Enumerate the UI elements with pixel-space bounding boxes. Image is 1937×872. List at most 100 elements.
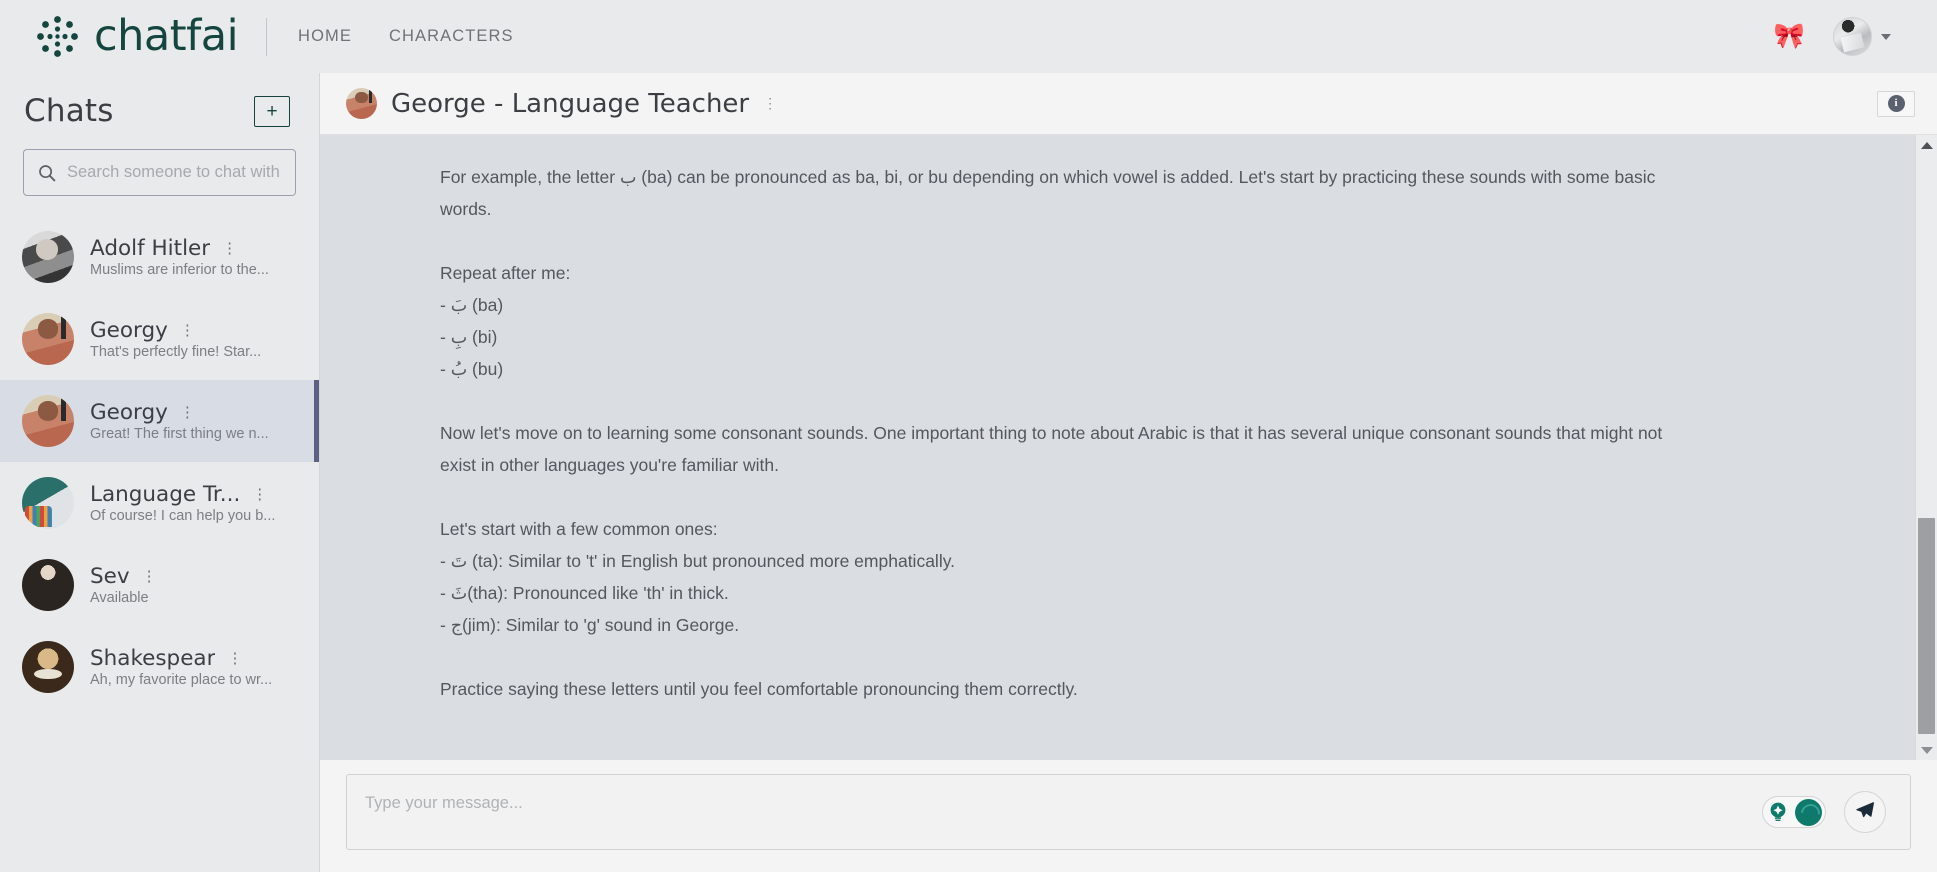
list-item-title: Sev: [90, 563, 130, 589]
list-item[interactable]: Language Tr... ⋮ Of course! I can help y…: [0, 462, 319, 544]
list-item-name-row: Language Tr... ⋮: [90, 482, 301, 507]
send-button[interactable]: [1844, 791, 1886, 833]
list-item[interactable]: Shakespear ⋮ Ah, my favorite place to wr…: [0, 626, 319, 708]
avatar: [22, 559, 74, 611]
nav-divider: [266, 17, 268, 56]
message-bubble: For example, the letter ب (ba) can be pr…: [440, 161, 1670, 705]
scrollbar-thumb[interactable]: [1918, 517, 1935, 735]
list-item-preview: Available: [90, 589, 149, 606]
send-paper-plane-icon: [1855, 800, 1875, 825]
scroll-down-arrow-icon[interactable]: [1920, 740, 1933, 760]
sidebar-header: Chats +: [0, 73, 319, 137]
chatfai-app: chatfai HOME CHARACTERS 🎀 Chats + Search…: [0, 0, 1937, 872]
more-options-icon[interactable]: ⋮: [252, 487, 267, 502]
lightbulb-icon: [1766, 800, 1790, 824]
list-item-preview: That's perfectly fine! Star...: [90, 343, 262, 360]
nav-right-actions: 🎀: [1774, 17, 1909, 56]
composer-area: [320, 760, 1937, 872]
list-item-preview: Of course! I can help you b...: [90, 507, 276, 524]
message-paragraph: Repeat after me:: [440, 263, 571, 283]
more-options-icon[interactable]: ⋮: [222, 241, 237, 256]
message-input[interactable]: [365, 794, 1762, 813]
composer-tools: [1762, 791, 1892, 833]
list-item-name-row: Shakespear ⋮: [90, 646, 301, 671]
list-item-title: Language Tr...: [90, 481, 241, 507]
avatar: [22, 477, 74, 529]
add-chat-button[interactable]: +: [254, 95, 290, 127]
list-item-meta: Shakespear ⋮ Ah, my favorite place to wr…: [90, 646, 301, 689]
search-icon: [38, 164, 56, 182]
message-list-item: - بَ (ba): [440, 295, 504, 315]
list-item[interactable]: Sev ⋮ Available: [0, 544, 319, 626]
message-list-item: - ج(jim): Similar to 'g' sound in George…: [440, 615, 740, 635]
brand-logo[interactable]: chatfai: [34, 11, 239, 61]
main-body: Chats + Adolf Hitler: [0, 73, 1937, 872]
scrollbar[interactable]: [1915, 135, 1937, 760]
scrollbar-track[interactable]: [1916, 155, 1937, 740]
message-list-item: - بِ (bi): [440, 327, 498, 347]
nav-links: HOME CHARACTERS: [298, 27, 514, 46]
toggle-knob: [1795, 798, 1822, 826]
list-item-preview: Great! The first thing we n...: [90, 425, 269, 442]
chat-title: George - Language Teacher: [391, 88, 750, 119]
page-title: Chats: [24, 93, 114, 129]
message-list-item: - ثَ(tha): Pronounced like 'th' in thick…: [440, 583, 729, 603]
dotted-circle-logo-icon: [34, 13, 81, 60]
chat-panel: George - Language Teacher ⋮ i For exampl…: [320, 73, 1937, 872]
message-list-item: - بُ (bu): [440, 359, 504, 379]
message-paragraph: Practice saying these letters until you …: [440, 679, 1078, 699]
list-item-name-row: Adolf Hitler ⋮: [90, 236, 301, 261]
info-icon: i: [1887, 95, 1905, 112]
account-menu[interactable]: [1833, 17, 1891, 56]
chat-header: George - Language Teacher ⋮ i: [320, 73, 1937, 135]
scroll-up-arrow-icon[interactable]: [1920, 135, 1933, 155]
messages-area: For example, the letter ب (ba) can be pr…: [320, 135, 1937, 760]
list-item-name-row: Georgy ⋮: [90, 318, 301, 343]
brand-name: chatfai: [94, 11, 239, 61]
avatar: [22, 231, 74, 283]
list-item-name-row: Sev ⋮: [90, 564, 301, 589]
ribbon-icon[interactable]: 🎀: [1774, 24, 1805, 49]
list-item-meta: Georgy ⋮ That's perfectly fine! Star...: [90, 318, 301, 361]
list-item-meta: Georgy ⋮ Great! The first thing we n...: [90, 400, 301, 443]
nav-link-home[interactable]: HOME: [298, 27, 352, 46]
avatar: [346, 88, 377, 119]
info-button[interactable]: i: [1877, 90, 1915, 117]
list-item-title: Adolf Hitler: [90, 235, 211, 261]
search-input[interactable]: [67, 163, 287, 182]
idea-mode-toggle[interactable]: [1762, 796, 1826, 828]
list-item-preview: Ah, my favorite place to wr...: [90, 671, 273, 688]
more-options-icon[interactable]: ⋮: [142, 569, 157, 584]
chat-options-icon[interactable]: ⋮: [763, 95, 777, 112]
avatar: [22, 313, 74, 365]
list-item-title: Georgy: [90, 399, 168, 425]
composer: [346, 774, 1911, 850]
avatar: [1833, 17, 1872, 56]
nav-link-characters[interactable]: CHARACTERS: [389, 27, 514, 46]
avatar: [22, 641, 74, 693]
avatar: [22, 395, 74, 447]
message-list-item: - تَ (ta): Similar to 't' in English but…: [440, 551, 956, 571]
messages-scroll: For example, the letter ب (ba) can be pr…: [320, 135, 1915, 760]
list-item-meta: Sev ⋮ Available: [90, 564, 301, 607]
list-item-preview: Muslims are inferior to the...: [90, 261, 269, 278]
search-box[interactable]: [23, 149, 296, 196]
more-options-icon[interactable]: ⋮: [180, 405, 195, 420]
top-navigation-bar: chatfai HOME CHARACTERS 🎀: [0, 0, 1937, 73]
list-item[interactable]: Georgy ⋮ That's perfectly fine! Star...: [0, 298, 319, 380]
list-item-meta: Language Tr... ⋮ Of course! I can help y…: [90, 482, 301, 525]
more-options-icon[interactable]: ⋮: [227, 651, 242, 666]
more-options-icon[interactable]: ⋮: [180, 323, 195, 338]
message-paragraph: For example, the letter ب (ba) can be pr…: [440, 167, 1656, 219]
list-item-title: Georgy: [90, 317, 168, 343]
message-paragraph: Let's start with a few common ones:: [440, 519, 718, 539]
message-paragraph: Now let's move on to learning some conso…: [440, 423, 1663, 475]
list-item-meta: Adolf Hitler ⋮ Muslims are inferior to t…: [90, 236, 301, 279]
chats-sidebar: Chats + Adolf Hitler: [0, 73, 320, 872]
list-item[interactable]: Adolf Hitler ⋮ Muslims are inferior to t…: [0, 216, 319, 298]
list-item-selected[interactable]: Georgy ⋮ Great! The first thing we n...: [0, 380, 319, 462]
